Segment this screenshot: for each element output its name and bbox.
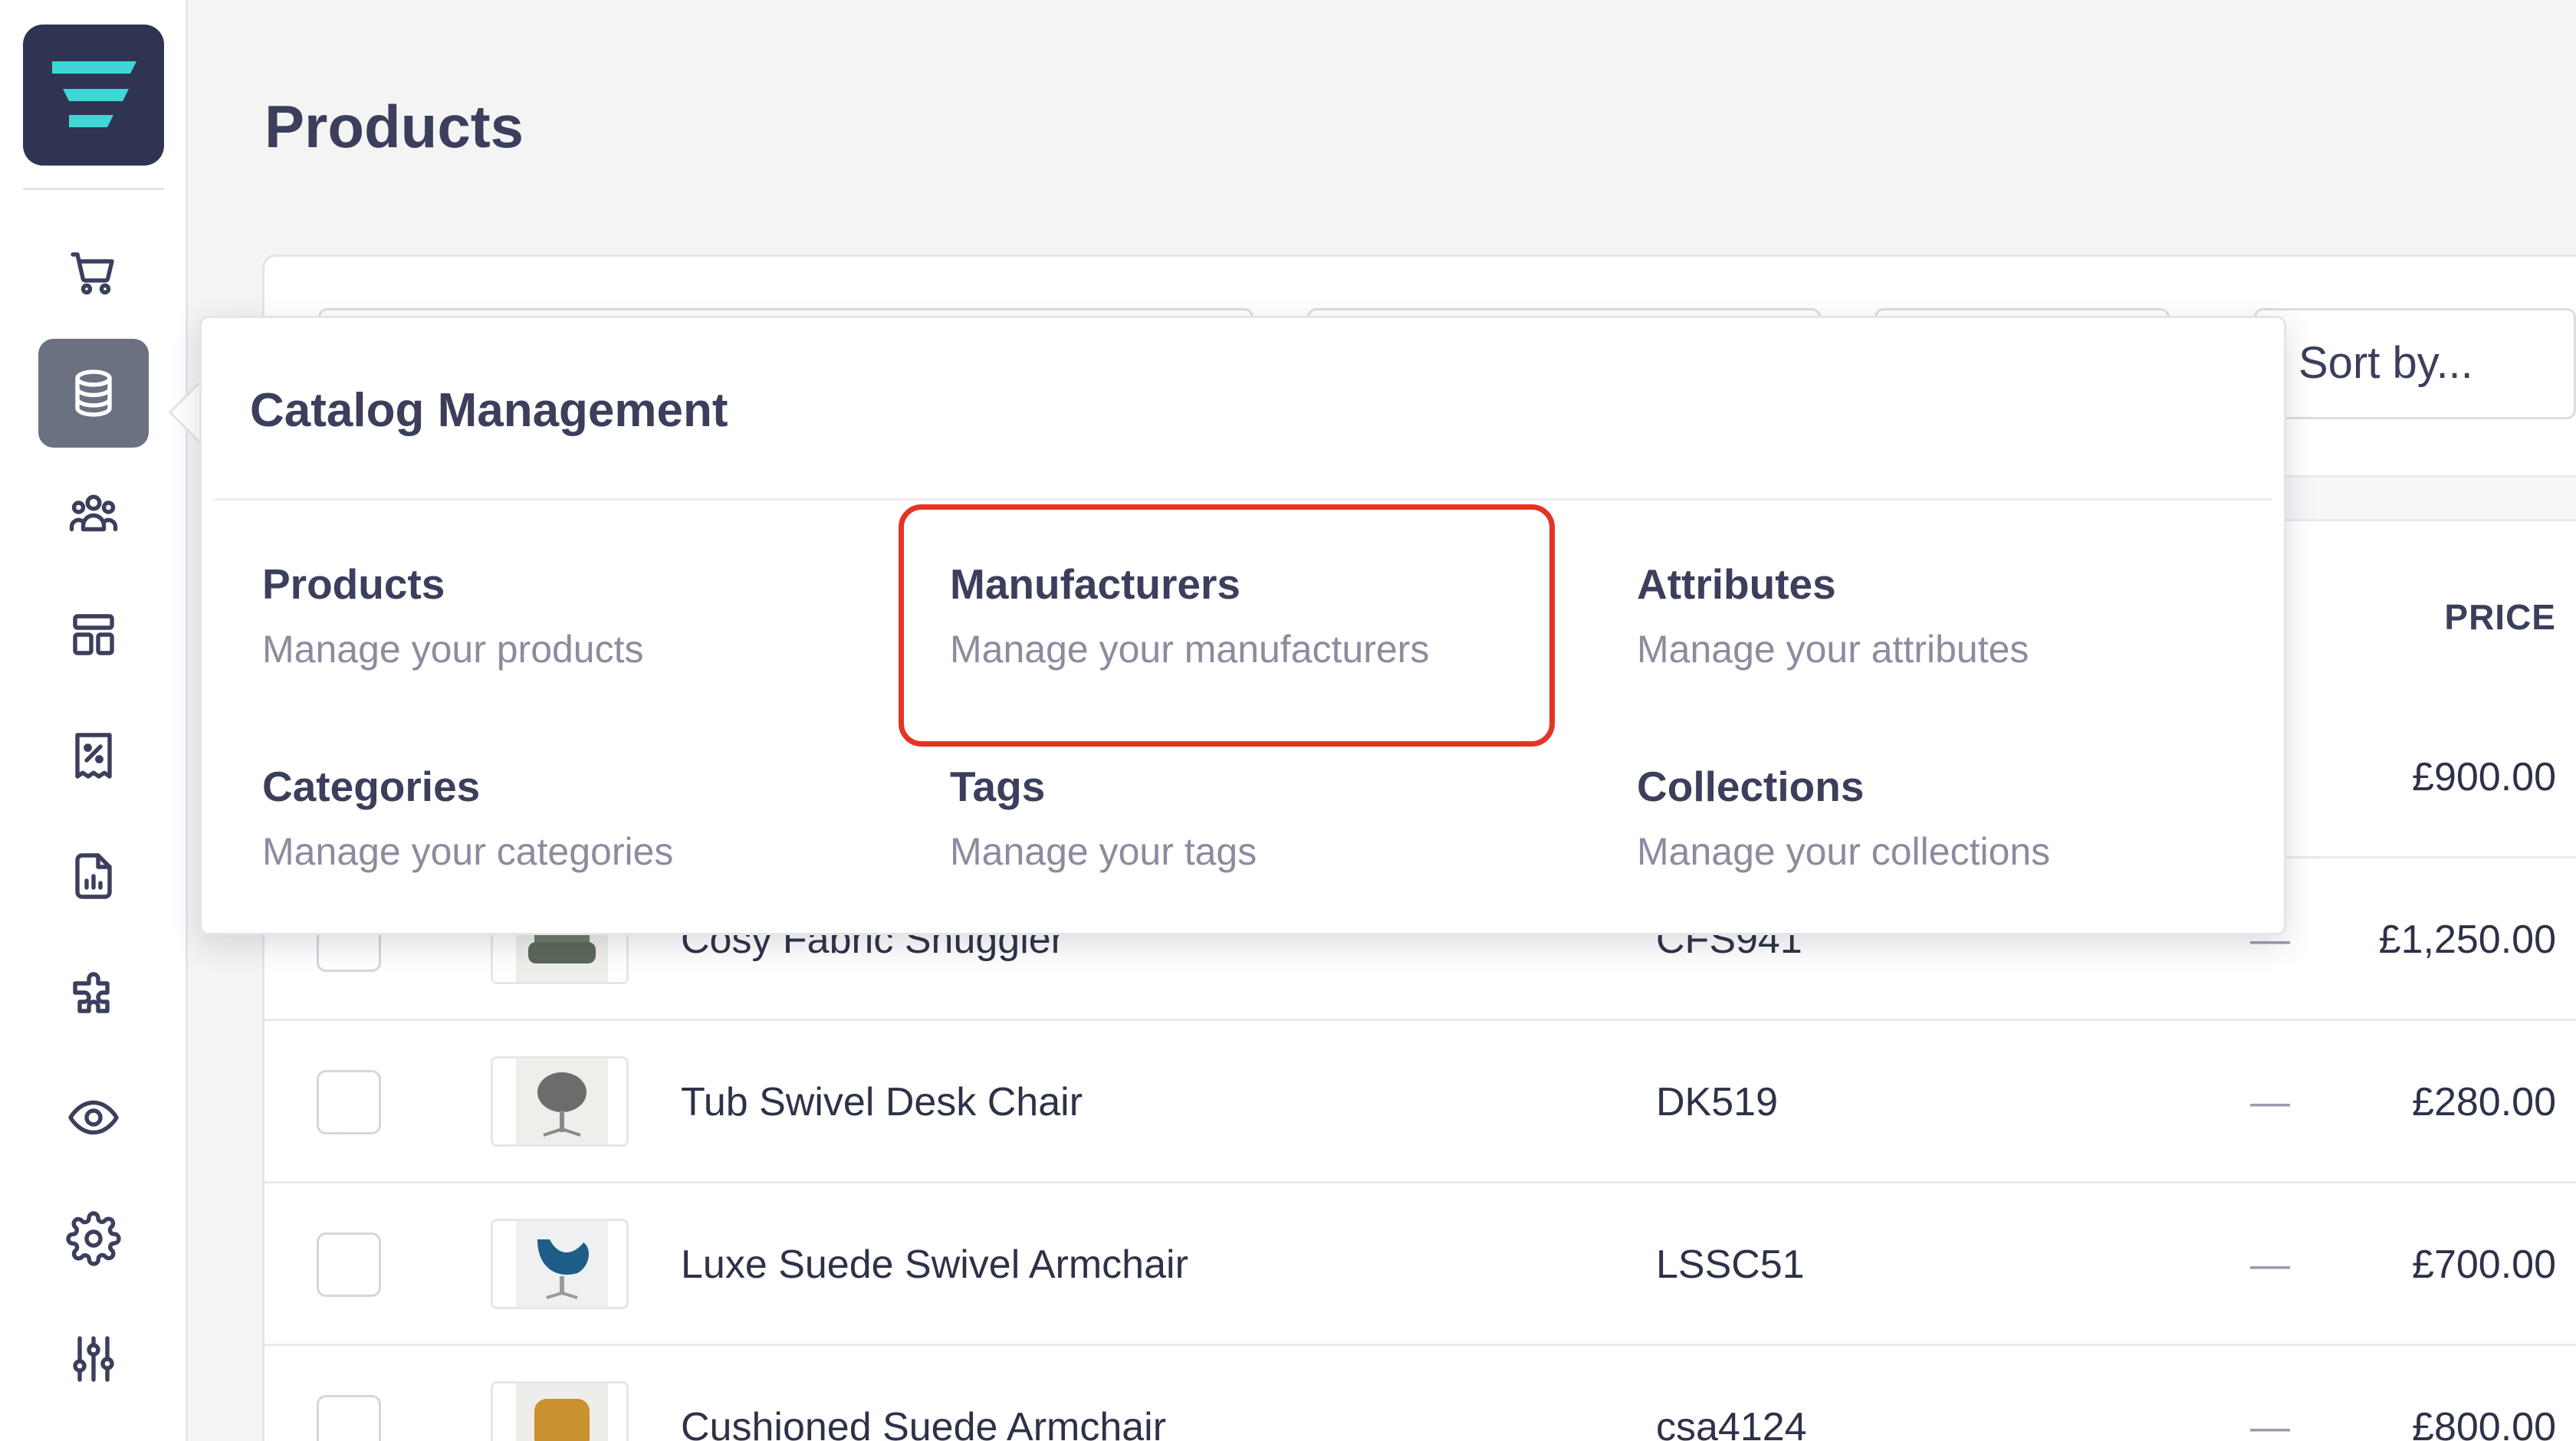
menu-item-title: Tags [950, 763, 1046, 810]
table-row[interactable]: Tub Swivel Desk Chair DK519 — £280.00 [264, 1021, 2576, 1183]
row-price: £1,250.00 [2378, 917, 2556, 962]
menu-item-description: Manage your tags [950, 830, 1257, 873]
sidebar-item-orders[interactable] [38, 218, 149, 327]
sidebar-item-layouts[interactable] [38, 580, 149, 689]
row-sku: csa4124 [1656, 1405, 1807, 1441]
database-icon [75, 369, 112, 417]
eye-icon [68, 1100, 119, 1135]
sidebar [0, 0, 188, 1441]
report-icon [75, 853, 112, 899]
discount-icon [75, 733, 112, 779]
puzzle-icon [73, 972, 110, 1013]
table-row[interactable]: Cushioned Suede Armchair csa4124 — £800.… [264, 1346, 2576, 1441]
row-price: £280.00 [2412, 1080, 2556, 1124]
sidebar-item-customers[interactable] [38, 460, 149, 569]
product-thumbnail [491, 1219, 629, 1309]
table-row[interactable]: Luxe Suede Swivel Armchair LSSC51 — £700… [264, 1183, 2576, 1346]
sidebar-item-catalog[interactable] [38, 339, 149, 448]
logo-mark-icon [52, 61, 136, 127]
sliders-icon [73, 1336, 114, 1382]
menu-item-products[interactable]: Products Manage your products [262, 560, 906, 720]
row-product-name[interactable]: Cushioned Suede Armchair [681, 1404, 1166, 1441]
menu-item-title: Categories [262, 763, 481, 810]
popover-title: Catalog Management [250, 384, 728, 437]
menu-item-attributes[interactable]: Attributes Manage your attributes [1637, 560, 2281, 720]
menu-item-tags[interactable]: Tags Manage your tags [950, 762, 1594, 923]
row-sku: LSSC51 [1656, 1242, 1805, 1287]
sidebar-item-adjustments[interactable] [38, 1305, 149, 1413]
menu-item-collections[interactable]: Collections Manage your collections [1637, 762, 2281, 923]
desk-chair-image [516, 1059, 608, 1144]
row-price: £900.00 [2412, 755, 2556, 799]
row-checkbox[interactable] [317, 1070, 381, 1134]
swivel-armchair-image [516, 1221, 608, 1307]
row-empty-value: — [2250, 1080, 2290, 1124]
page-title: Products [264, 93, 524, 160]
row-product-name[interactable]: Tub Swivel Desk Chair [681, 1079, 1083, 1125]
gear-icon [66, 1211, 121, 1266]
layout-icon [73, 614, 114, 655]
menu-item-title: Products [262, 560, 445, 608]
sidebar-item-reports[interactable] [38, 822, 149, 931]
row-checkbox[interactable] [317, 1395, 381, 1441]
row-price: £700.00 [2412, 1242, 2556, 1287]
row-empty-value: — [2250, 1242, 2290, 1287]
menu-item-title: Collections [1637, 763, 1865, 810]
popover-divider [213, 498, 2272, 501]
column-header-price[interactable]: PRICE [2444, 596, 2556, 638]
menu-item-description: Manage your categories [262, 830, 674, 873]
sidebar-item-settings[interactable] [38, 1184, 149, 1293]
row-product-name[interactable]: Luxe Suede Swivel Armchair [681, 1242, 1188, 1288]
menu-item-title: Attributes [1637, 560, 1836, 608]
highlight-box [899, 504, 1555, 747]
sidebar-item-preview[interactable] [38, 1063, 149, 1172]
cart-icon [71, 252, 114, 295]
row-checkbox[interactable] [317, 1233, 381, 1297]
row-sku: DK519 [1656, 1080, 1778, 1124]
row-empty-value: — [2250, 1405, 2290, 1441]
menu-item-categories[interactable]: Categories Manage your categories [262, 762, 906, 923]
suede-armchair-image [516, 1384, 608, 1441]
sidebar-item-discounts[interactable] [38, 701, 149, 810]
app-logo[interactable] [23, 25, 164, 166]
menu-item-description: Manage your products [262, 628, 644, 671]
sidebar-item-extensions[interactable] [38, 943, 149, 1052]
sort-select-label: Sort by... [2298, 338, 2473, 388]
product-thumbnail [491, 1056, 629, 1147]
users-icon [69, 494, 118, 532]
menu-item-description: Manage your collections [1637, 830, 2051, 873]
sidebar-divider [23, 188, 164, 190]
row-price: £800.00 [2412, 1405, 2556, 1441]
menu-item-description: Manage your attributes [1637, 628, 2029, 671]
product-thumbnail [491, 1381, 629, 1441]
